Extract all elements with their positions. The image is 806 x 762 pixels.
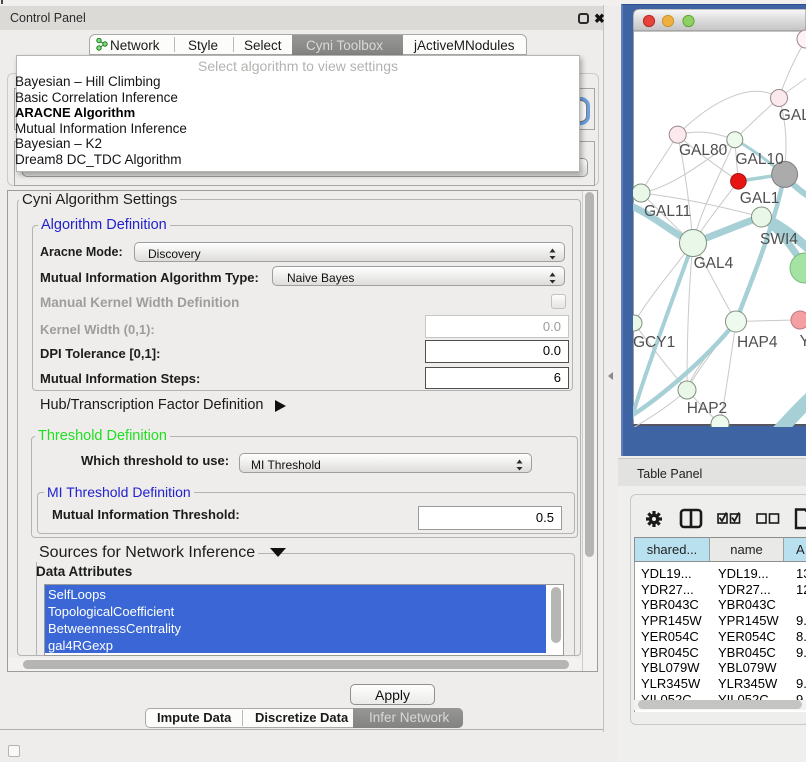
svg-text:HAP4: HAP4 (737, 334, 778, 351)
svg-text:GAL2: GAL2 (779, 107, 806, 124)
svg-text:Y: Y (800, 333, 806, 350)
svg-text:GAL4: GAL4 (694, 255, 734, 272)
svg-text:GAL1: GAL1 (740, 190, 780, 207)
svg-text:GAL11: GAL11 (644, 203, 691, 220)
svg-text:HAP2: HAP2 (687, 400, 728, 417)
svg-text:GAL10: GAL10 (736, 151, 785, 168)
svg-text:SWI4: SWI4 (760, 231, 798, 248)
svg-text:GAL80: GAL80 (679, 142, 728, 159)
svg-text:GCY1: GCY1 (633, 334, 675, 351)
